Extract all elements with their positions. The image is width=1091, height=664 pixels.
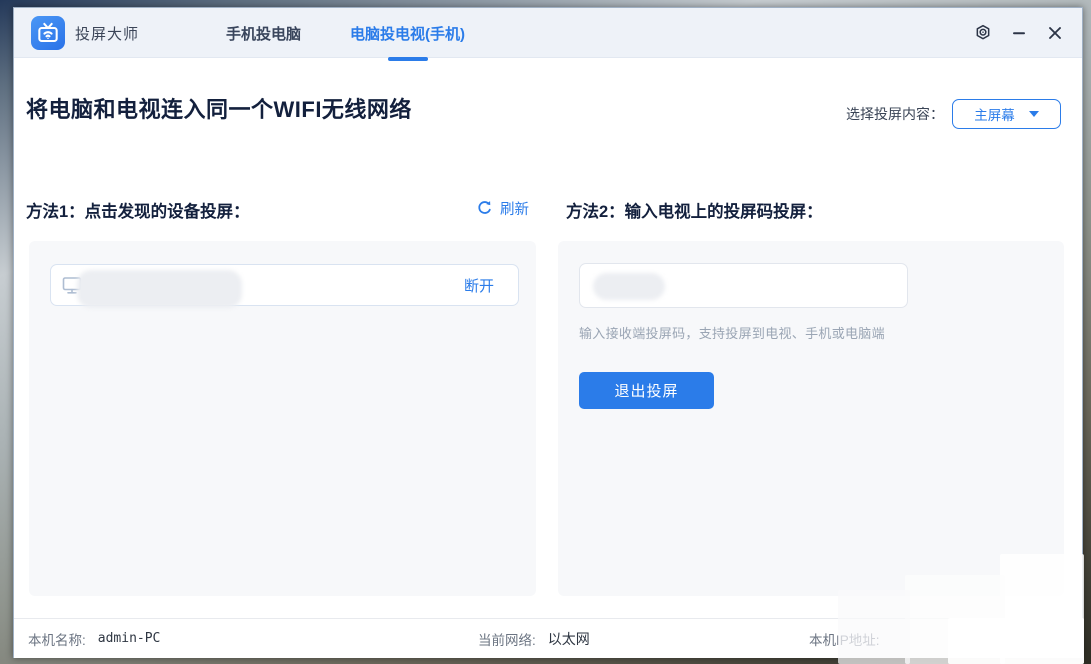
titlebar: 投屏大师 手机投电脑 电脑投电视(手机) <box>14 8 1082 61</box>
content-select-row: 选择投屏内容： 主屏幕 <box>846 99 1061 129</box>
method2-heading: 方法2：输入电视上的投屏码投屏： <box>566 203 823 221</box>
redaction-overlay <box>838 590 910 664</box>
desktop-wallpaper: 投屏大师 手机投电脑 电脑投电视(手机) 将电脑和电视连入同一个WIFI无线网络… <box>0 0 1091 664</box>
active-tab-underline <box>387 57 428 61</box>
host-name-label: 本机名称: <box>28 632 86 648</box>
refresh-icon <box>478 201 491 214</box>
network-label: 当前网络: <box>478 632 536 648</box>
window-controls <box>970 8 1068 58</box>
cast-code-redacted <box>593 273 665 300</box>
cast-code-input[interactable] <box>579 263 908 308</box>
refresh-label: 刷新 <box>500 202 529 218</box>
disconnect-button[interactable]: 断开 <box>464 275 494 296</box>
close-button[interactable] <box>1042 20 1068 46</box>
tab-pc-to-tv[interactable]: 电脑投电视(手机) <box>350 8 466 61</box>
page-title: 将电脑和电视连入同一个WIFI无线网络 <box>26 97 412 122</box>
device-list-panel: 断开 <box>29 241 536 596</box>
chevron-down-icon <box>1028 111 1039 117</box>
device-list-item[interactable]: 断开 <box>50 264 519 308</box>
app-logo-icon <box>31 16 65 50</box>
settings-gear-icon[interactable] <box>970 20 996 46</box>
ip-value-redacted <box>948 618 1084 664</box>
minimize-button[interactable] <box>1006 20 1032 46</box>
dropdown-value: 主屏幕 <box>974 108 1015 123</box>
host-name-value: admin-PC <box>97 631 161 646</box>
network-item: 当前网络: 以太网 <box>478 619 590 658</box>
refresh-button[interactable]: 刷新 <box>476 198 529 219</box>
screen-source-dropdown[interactable]: 主屏幕 <box>952 99 1061 129</box>
app-identity: 投屏大师 <box>31 8 139 58</box>
tab-phone-to-pc[interactable]: 手机投电脑 <box>226 8 301 58</box>
network-value: 以太网 <box>547 630 590 647</box>
host-name-item: 本机名称: admin-PC <box>28 619 160 658</box>
cast-code-hint: 输入接收端投屏码，支持投屏到电视、手机或电脑端 <box>579 326 885 341</box>
app-title: 投屏大师 <box>75 25 140 43</box>
tab-label: 电脑投电视(手机) <box>350 25 466 43</box>
app-window: 投屏大师 手机投电脑 电脑投电视(手机) 将电脑和电视连入同一个WIFI无线网络… <box>13 7 1083 658</box>
content-select-label: 选择投屏内容： <box>846 106 944 122</box>
device-name-redacted <box>77 270 242 308</box>
method1-heading: 方法1：点击发现的设备投屏： <box>26 203 250 221</box>
exit-cast-button[interactable]: 退出投屏 <box>579 372 714 409</box>
tab-bar: 手机投电脑 电脑投电视(手机) <box>226 8 466 61</box>
cast-code-panel: 输入接收端投屏码，支持投屏到电视、手机或电脑端 退出投屏 <box>558 241 1064 596</box>
